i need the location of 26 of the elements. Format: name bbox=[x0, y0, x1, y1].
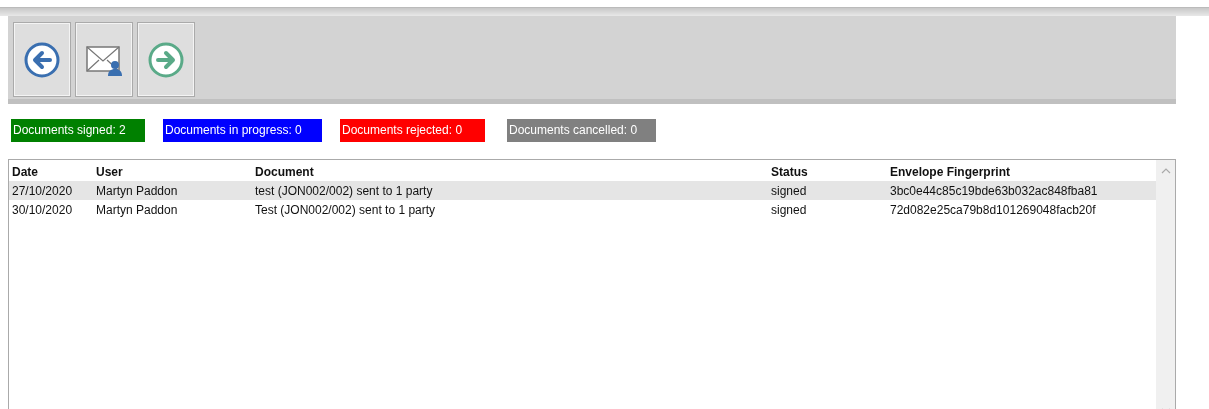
table-row[interactable]: 30/10/2020 Martyn Paddon Test (JON002/002) sent to 1 party signed 72d082e25ca79b8d101269048facb20f bbox=[9, 200, 1156, 219]
column-header[interactable]: Envelope Fingerprint bbox=[887, 164, 1156, 179]
table-row[interactable]: 27/10/2020 Martyn Paddon test (JON002/002) sent to 1 party signed 3bc0e44c85c19bde63b032ac848fba81 bbox=[9, 181, 1156, 200]
table-cell-text: signed bbox=[770, 202, 808, 217]
back-button[interactable] bbox=[14, 23, 70, 96]
table-cell-text: 27/10/2020 bbox=[11, 183, 74, 198]
scrollbar[interactable] bbox=[1156, 160, 1175, 409]
status-counter: Documents signed: 2 bbox=[11, 119, 145, 142]
table-cell-text: 72d082e25ca79b8d101269048facb20f bbox=[889, 202, 1097, 217]
column-header[interactable]: Status bbox=[768, 164, 887, 179]
table-cell-text: 30/10/2020 bbox=[11, 202, 74, 217]
mail-button[interactable] bbox=[76, 23, 132, 96]
status-counter: Documents cancelled: 0 bbox=[507, 119, 656, 142]
column-header[interactable]: Document bbox=[252, 164, 768, 179]
table-cell-text: Martyn Paddon bbox=[95, 202, 179, 217]
table-cell-text: 3bc0e44c85c19bde63b032ac848fba81 bbox=[889, 183, 1099, 198]
status-counter: Documents in progress: 0 bbox=[163, 119, 322, 142]
status-counter: Documents rejected: 0 bbox=[340, 119, 485, 142]
column-header[interactable]: User bbox=[93, 164, 252, 179]
forward-button[interactable] bbox=[138, 23, 194, 96]
table-cell-text: Test (JON002/002) sent to 1 party bbox=[254, 202, 437, 217]
table-cell-text: Martyn Paddon bbox=[95, 183, 179, 198]
table-cell-text: signed bbox=[770, 183, 808, 198]
table-cell-text: test (JON002/002) sent to 1 party bbox=[254, 183, 434, 198]
scroll-up-icon[interactable] bbox=[1160, 168, 1171, 174]
column-header[interactable]: Date bbox=[9, 164, 93, 179]
